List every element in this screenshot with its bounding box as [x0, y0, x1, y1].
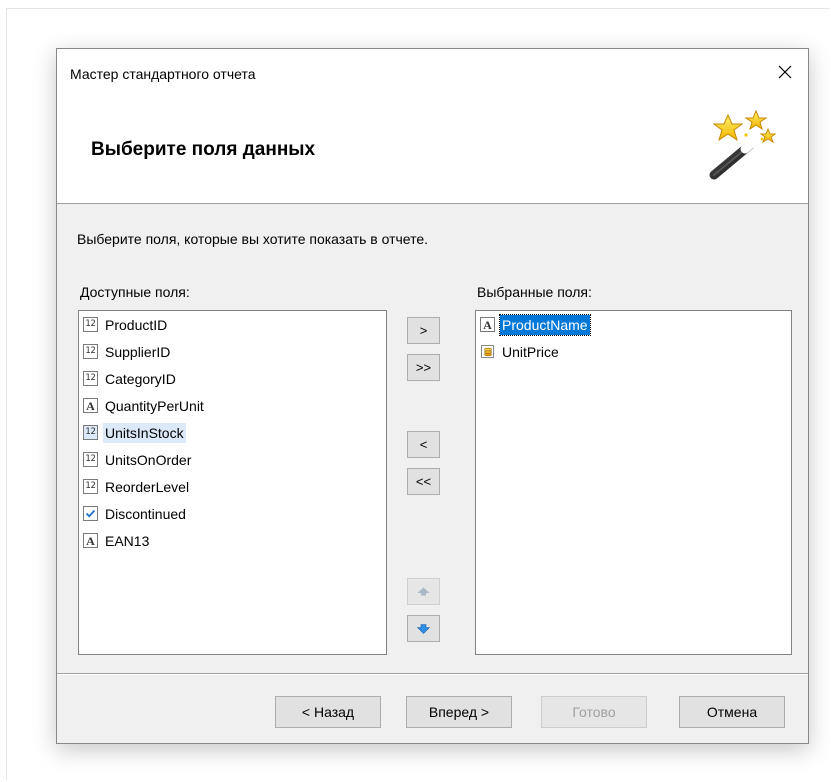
number-type-icon: 12	[83, 371, 98, 386]
wizard-header: Выберите поля данных	[57, 103, 808, 204]
list-item[interactable]: UnitPrice	[476, 338, 791, 365]
field-name: ProductID	[105, 316, 168, 333]
close-button[interactable]	[762, 53, 808, 93]
remove-all-fields-button[interactable]: <<	[407, 468, 440, 495]
field-name: EAN13	[105, 532, 150, 549]
list-item[interactable]: Discontinued	[79, 500, 386, 527]
text-type-icon: A	[83, 533, 98, 548]
cancel-button[interactable]: Отмена	[679, 696, 785, 728]
field-name: UnitsInStock	[103, 422, 186, 443]
number-type-icon: 12	[83, 452, 98, 467]
field-name: QuantityPerUnit	[105, 397, 204, 414]
list-item[interactable]: A QuantityPerUnit	[79, 392, 386, 419]
list-item[interactable]: A EAN13	[79, 527, 386, 554]
field-name: UnitPrice	[502, 343, 559, 360]
field-name: ReorderLevel	[105, 478, 190, 495]
number-type-icon: 12	[83, 317, 98, 332]
field-name: CategoryID	[105, 370, 176, 387]
checkbox-type-icon	[83, 506, 98, 521]
instruction-text: Выберите поля, которые вы хотите показат…	[77, 231, 429, 247]
move-down-button[interactable]	[407, 615, 440, 642]
report-wizard-dialog: Мастер стандартного отчета Выберите поля…	[56, 48, 809, 744]
list-item[interactable]: 12 UnitsOnOrder	[79, 446, 386, 473]
add-all-fields-button[interactable]: >>	[407, 354, 440, 381]
text-type-icon: A	[83, 398, 98, 413]
window-title: Мастер стандартного отчета	[70, 66, 256, 82]
list-item[interactable]: 12 UnitsInStock	[79, 419, 386, 446]
finish-button[interactable]: Готово	[541, 696, 647, 728]
list-item[interactable]: 12 ReorderLevel	[79, 473, 386, 500]
text-type-icon: A	[480, 317, 495, 332]
arrow-down-icon	[417, 623, 430, 634]
field-name: Discontinued	[105, 505, 186, 522]
selected-fields-list[interactable]: A ProductName UnitPrice	[475, 310, 792, 655]
currency-type-icon	[480, 344, 495, 359]
number-type-icon: 12	[83, 344, 98, 359]
arrow-up-icon	[417, 587, 430, 596]
list-item[interactable]: 12 CategoryID	[79, 365, 386, 392]
magic-wand-icon	[709, 109, 777, 180]
page-title: Выберите поля данных	[91, 139, 316, 160]
available-fields-list[interactable]: 12 ProductID 12 SupplierID 12 CategoryID A Quan…	[78, 310, 387, 655]
field-name: ProductName	[499, 313, 591, 336]
number-type-icon: 12	[83, 479, 98, 494]
move-up-button[interactable]	[407, 578, 440, 605]
field-name: SupplierID	[105, 343, 171, 360]
available-fields-label: Доступные поля:	[80, 284, 190, 300]
selected-fields-label: Выбранные поля:	[477, 284, 592, 300]
close-icon	[778, 65, 792, 82]
field-name: UnitsOnOrder	[105, 451, 192, 468]
title-bar: Мастер стандартного отчета	[57, 49, 808, 103]
remove-field-button[interactable]: <	[407, 431, 440, 458]
list-item[interactable]: 12 SupplierID	[79, 338, 386, 365]
list-item[interactable]: A ProductName	[476, 311, 791, 338]
add-field-button[interactable]: >	[407, 317, 440, 344]
next-button[interactable]: Вперед >	[406, 696, 512, 728]
list-item[interactable]: 12 ProductID	[79, 311, 386, 338]
number-type-icon: 12	[83, 425, 98, 440]
back-button[interactable]: < Назад	[275, 696, 381, 728]
